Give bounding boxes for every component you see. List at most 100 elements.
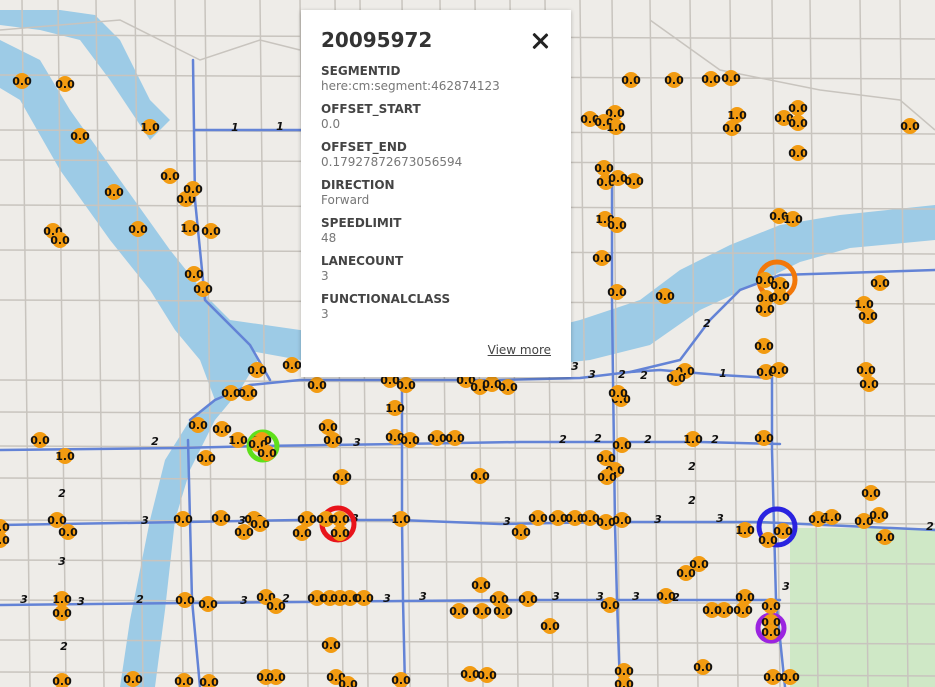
speed-marker[interactable]: 0.0 xyxy=(693,659,713,675)
speed-marker[interactable]: 0.0 xyxy=(238,385,258,401)
speed-marker[interactable]: 0.0 xyxy=(858,308,878,324)
speed-marker[interactable]: 0.0 xyxy=(471,577,491,593)
speed-marker[interactable]: 0.0 xyxy=(607,217,627,233)
speed-marker[interactable]: 1.0 xyxy=(385,400,405,416)
speed-marker[interactable]: 1.0 xyxy=(228,432,248,448)
speed-marker[interactable]: 0.0 xyxy=(477,667,497,683)
speed-marker[interactable]: 0.0 xyxy=(600,597,620,613)
speed-marker[interactable]: 0.0 xyxy=(58,524,78,540)
speed-marker[interactable]: 0.0 xyxy=(780,669,800,685)
speed-marker[interactable]: 1.0 xyxy=(683,431,703,447)
speed-marker[interactable]: 0.0 xyxy=(788,115,808,131)
speed-marker[interactable]: 0.0 xyxy=(323,432,343,448)
speed-marker[interactable]: 0.0 xyxy=(247,362,267,378)
speed-marker[interactable]: 0.0 xyxy=(188,417,208,433)
speed-marker[interactable]: 0.0 xyxy=(714,602,734,618)
speed-marker[interactable]: 0.0 xyxy=(788,145,808,161)
speed-marker[interactable]: 1.0 xyxy=(52,591,72,607)
speed-marker[interactable]: 0.0 xyxy=(735,589,755,605)
speed-marker[interactable]: 0.0 xyxy=(321,637,341,653)
speed-marker[interactable]: 0.0 xyxy=(489,591,509,607)
speed-marker[interactable]: 0.0 xyxy=(50,232,70,248)
speed-marker[interactable]: 0.0 xyxy=(292,525,312,541)
speed-marker[interactable]: 0.0 xyxy=(266,598,286,614)
speed-marker[interactable]: 0.0 xyxy=(30,432,50,448)
speed-marker[interactable]: 1.0 xyxy=(822,509,842,525)
speed-marker[interactable]: 0.0 xyxy=(52,605,72,621)
speed-marker[interactable]: 0.0 xyxy=(330,525,350,541)
speed-marker[interactable]: 0.0 xyxy=(722,120,742,136)
speed-marker[interactable]: 0.0 xyxy=(612,437,632,453)
speed-marker[interactable]: 0.0 xyxy=(869,507,889,523)
speed-marker[interactable]: 0.0 xyxy=(55,76,75,92)
speed-marker[interactable]: 0.0 xyxy=(721,70,741,86)
speed-marker[interactable]: 1.0 xyxy=(606,119,626,135)
speed-marker[interactable]: 0.0 xyxy=(592,250,612,266)
speed-marker[interactable]: 0.0 xyxy=(528,510,548,526)
close-icon[interactable] xyxy=(531,32,549,50)
speed-marker[interactable]: 0.0 xyxy=(297,511,317,527)
speed-marker[interactable]: 1.0 xyxy=(735,522,755,538)
speed-marker[interactable]: 0.0 xyxy=(754,338,774,354)
speed-marker[interactable]: 0.0 xyxy=(183,181,203,197)
speed-marker[interactable]: 0.0 xyxy=(307,377,327,393)
speed-marker[interactable]: 0.0 xyxy=(396,377,416,393)
speed-marker[interactable]: 0.0 xyxy=(449,603,469,619)
speed-marker[interactable]: 0.0 xyxy=(621,72,641,88)
speed-marker[interactable]: 1.0 xyxy=(783,211,803,227)
speed-marker[interactable]: 0.0 xyxy=(257,445,277,461)
speed-marker[interactable]: 0.0 xyxy=(761,598,781,614)
speed-marker[interactable]: 0.0 xyxy=(330,511,350,527)
speed-marker[interactable]: 0.0 xyxy=(193,281,213,297)
speed-marker[interactable]: 0.0 xyxy=(773,523,793,539)
speed-marker[interactable]: 0.0 xyxy=(70,128,90,144)
speed-marker[interactable]: 0.0 xyxy=(614,676,634,687)
speed-marker[interactable]: 0.0 xyxy=(52,673,72,687)
speed-marker[interactable]: 0.0 xyxy=(470,468,490,484)
speed-marker[interactable]: 0.0 xyxy=(900,118,920,134)
speed-marker[interactable]: 0.0 xyxy=(175,592,195,608)
speed-marker[interactable]: 0.0 xyxy=(655,288,675,304)
speed-marker[interactable]: 0.0 xyxy=(656,588,676,604)
speed-marker[interactable]: 0.0 xyxy=(0,532,10,548)
speed-marker[interactable]: 1.0 xyxy=(391,511,411,527)
speed-marker[interactable]: 0.0 xyxy=(612,512,632,528)
speed-marker[interactable]: 0.0 xyxy=(104,184,124,200)
speed-marker[interactable]: 0.0 xyxy=(211,510,231,526)
speed-marker[interactable]: 0.0 xyxy=(518,591,538,607)
speed-marker[interactable]: 0.0 xyxy=(608,385,628,401)
speed-marker[interactable]: 0.0 xyxy=(701,71,721,87)
speed-marker[interactable]: 0.0 xyxy=(174,673,194,687)
speed-marker[interactable]: 0.0 xyxy=(250,516,270,532)
speed-marker[interactable]: 0.0 xyxy=(123,671,143,687)
view-more-link[interactable]: View more xyxy=(488,343,551,357)
speed-marker[interactable]: 0.0 xyxy=(498,379,518,395)
speed-marker[interactable]: 0.0 xyxy=(445,430,465,446)
speed-marker[interactable]: 0.0 xyxy=(338,676,358,687)
speed-marker[interactable]: 0.0 xyxy=(354,590,374,606)
speed-marker[interactable]: 0.0 xyxy=(332,469,352,485)
speed-marker[interactable]: 0.0 xyxy=(173,511,193,527)
speed-marker[interactable]: 0.0 xyxy=(427,430,447,446)
speed-marker[interactable]: 0.0 xyxy=(199,674,219,687)
speed-marker[interactable]: 0.0 xyxy=(184,266,204,282)
speed-marker[interactable]: 0.0 xyxy=(511,524,531,540)
speed-marker[interactable]: 0.0 xyxy=(856,362,876,378)
speed-marker[interactable]: 0.0 xyxy=(664,72,684,88)
speed-marker[interactable]: 1.0 xyxy=(180,220,200,236)
speed-marker[interactable]: 0.0 xyxy=(391,672,411,687)
speed-marker[interactable]: 0.0 xyxy=(12,73,32,89)
speed-marker[interactable]: 0.0 xyxy=(870,275,890,291)
speed-marker[interactable]: 1.0 xyxy=(140,119,160,135)
speed-marker[interactable]: 0.0 xyxy=(266,669,286,685)
speed-marker[interactable]: 0.0 xyxy=(859,376,879,392)
speed-marker[interactable]: 0.0 xyxy=(755,301,775,317)
speed-marker[interactable]: 0.0 xyxy=(676,565,696,581)
speed-marker[interactable]: 0.0 xyxy=(666,370,686,386)
speed-marker[interactable]: 0.0 xyxy=(400,432,420,448)
speed-marker[interactable]: 0.0 xyxy=(128,221,148,237)
speed-marker[interactable]: 0.0 xyxy=(540,618,560,634)
speed-marker[interactable]: 0.0 xyxy=(282,357,302,373)
speed-marker[interactable]: 0.0 xyxy=(754,430,774,446)
speed-marker[interactable]: 0.0 xyxy=(597,469,617,485)
